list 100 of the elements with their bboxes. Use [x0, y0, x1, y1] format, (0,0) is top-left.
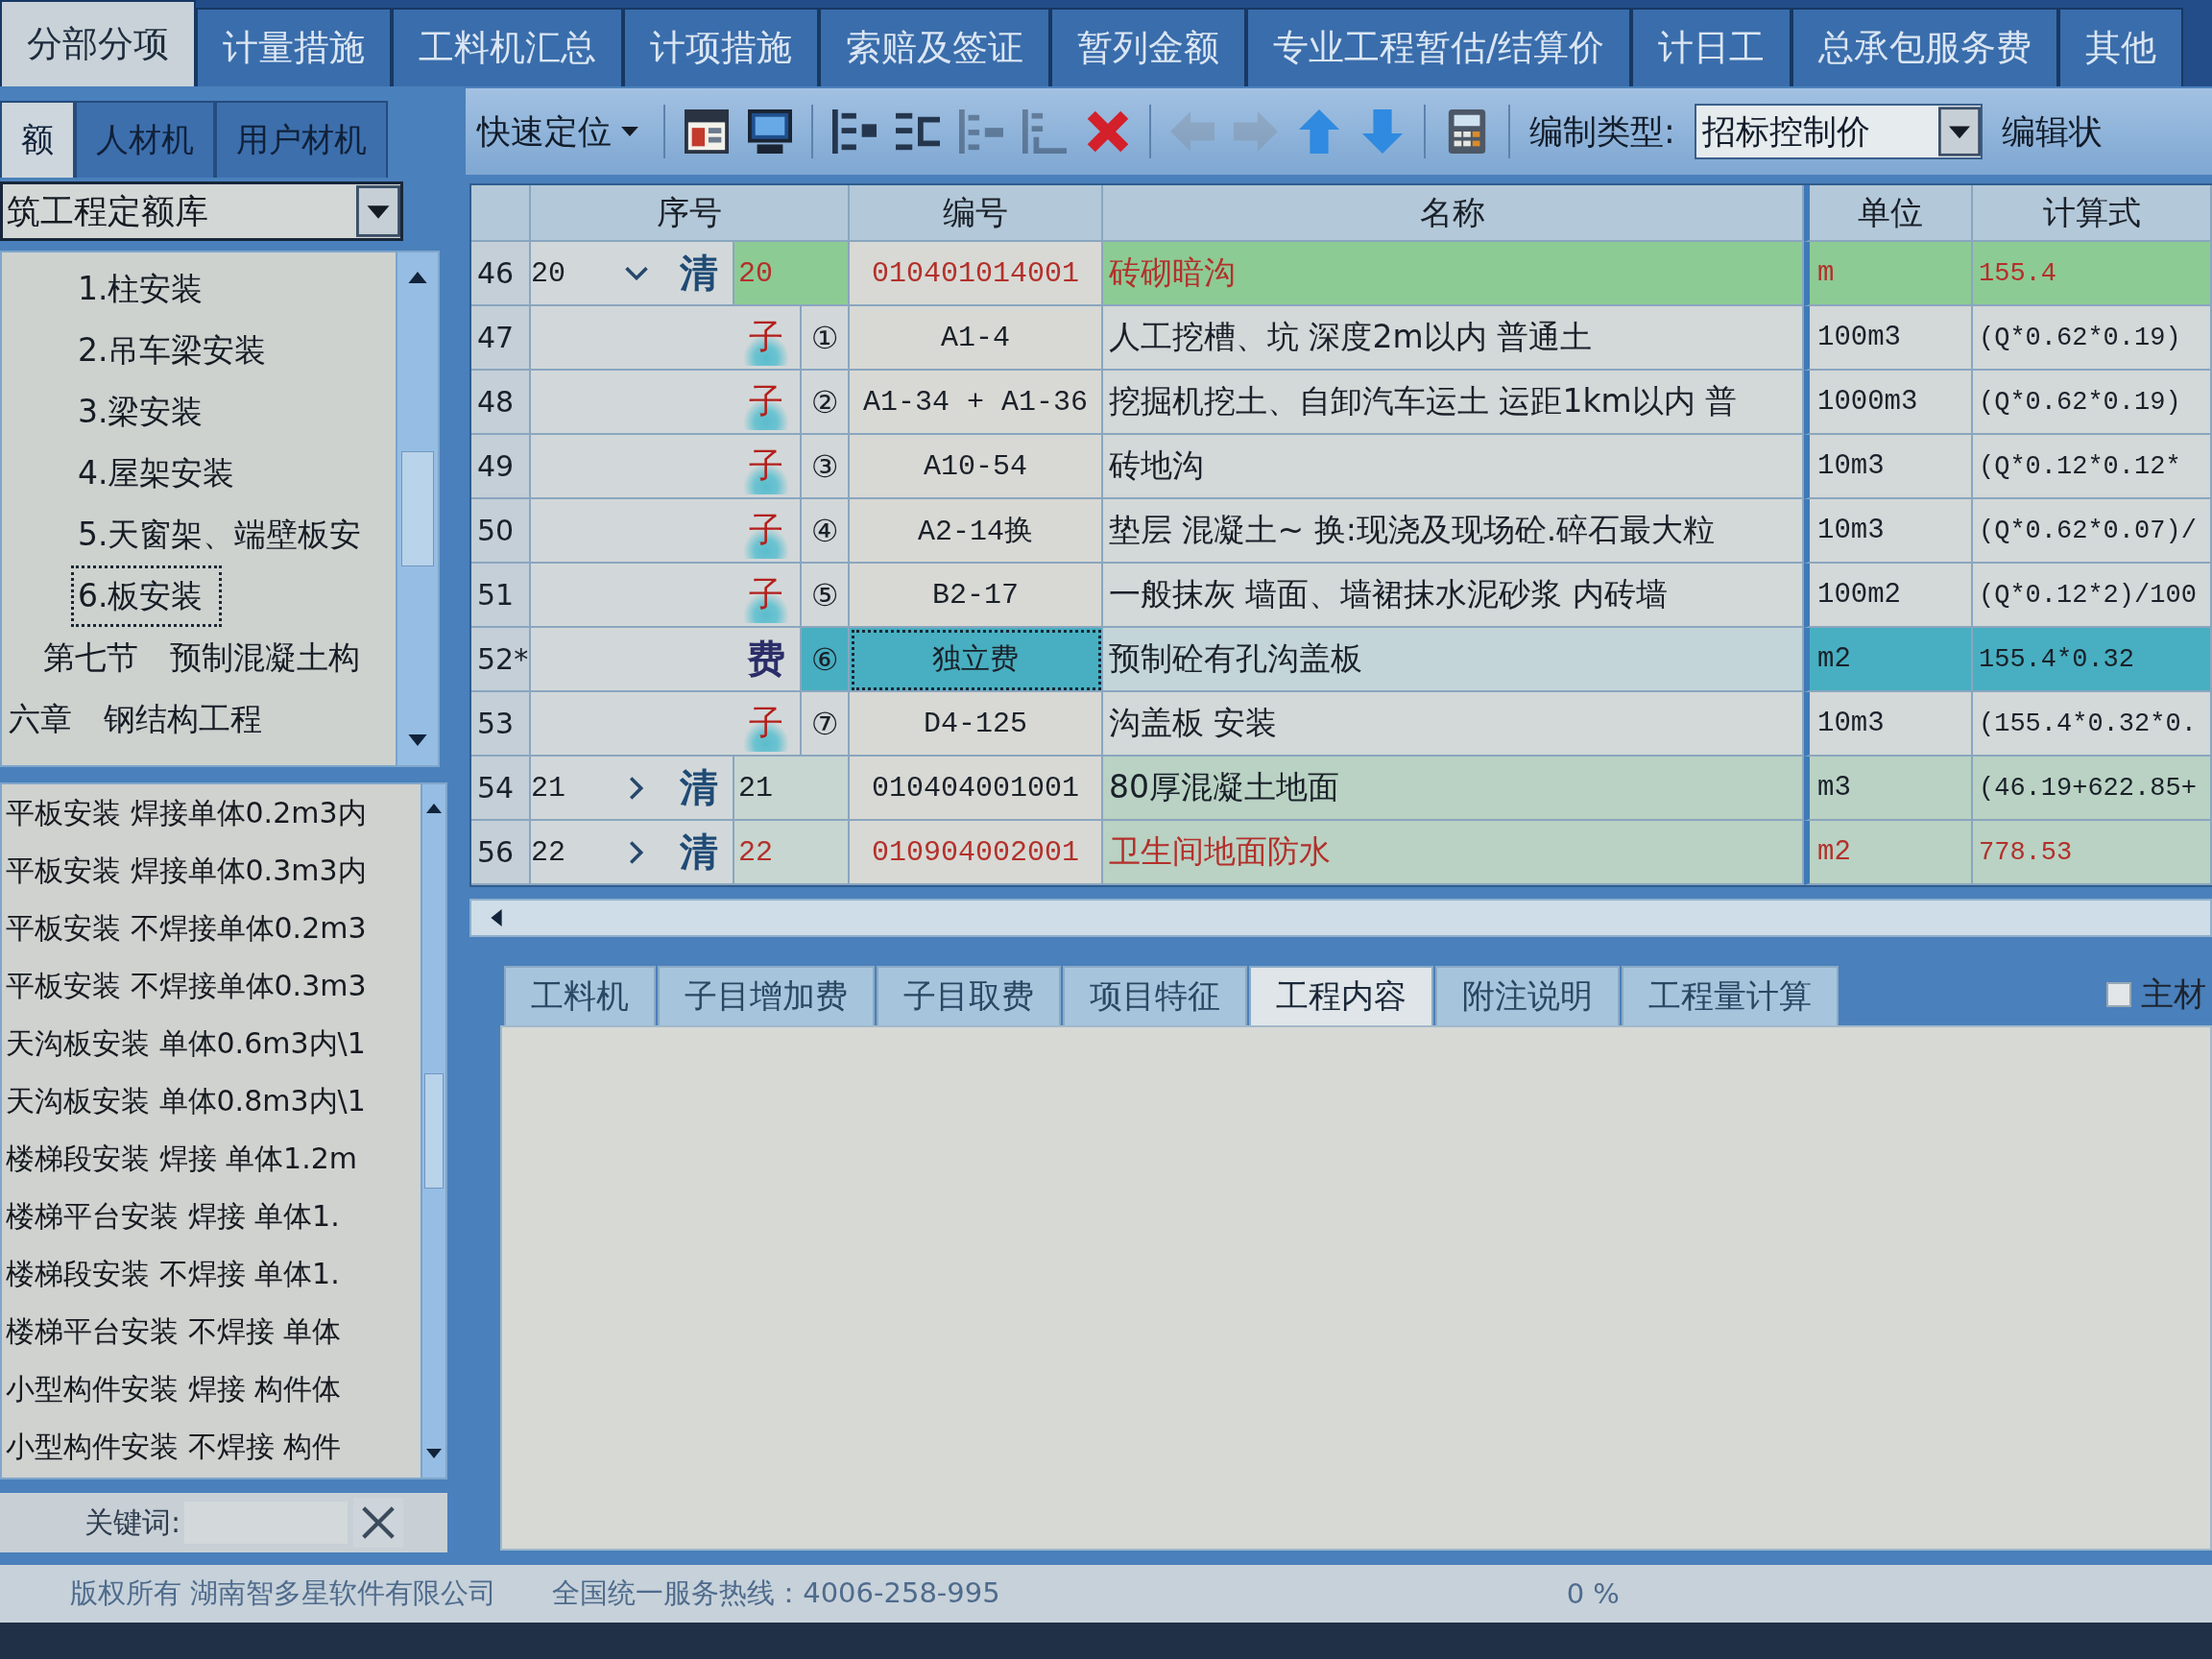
tab[interactable]: 其他 — [2058, 8, 2184, 86]
scrollbar[interactable] — [396, 252, 438, 765]
list-item[interactable]: 楼梯平台安装 焊接 单体1. — [2, 1188, 421, 1245]
tree-item[interactable]: 5.天窗架、端壁板安 — [71, 504, 380, 565]
formula-cell: (Q*0.62*0.19) — [1973, 306, 2212, 371]
caret-down-icon[interactable] — [356, 185, 400, 237]
scroll-up-icon[interactable] — [408, 272, 427, 283]
unit-cell: 10m3 — [1804, 499, 1973, 564]
row-number: 50 — [471, 499, 531, 564]
tab[interactable]: 工料机 — [504, 966, 656, 1025]
caret-down-icon[interactable] — [1937, 107, 1981, 156]
tree-item[interactable]: 六章 钢结构工程 — [2, 688, 280, 750]
tab[interactable]: 索赔及签证 — [819, 8, 1050, 86]
list-item[interactable]: 小型构件安装 不焊接 构件 — [2, 1418, 421, 1476]
tree-item[interactable]: 第七节 预制混凝土构 — [36, 627, 378, 688]
library-dropdown[interactable]: 筑工程定额库 — [0, 181, 403, 241]
tab[interactable]: 暂列金额 — [1050, 8, 1246, 86]
code-cell: B2-17 — [850, 564, 1103, 628]
chevron-down-icon[interactable] — [625, 266, 648, 280]
tree-item[interactable]: 2.吊车梁安装 — [71, 320, 285, 381]
tab[interactable]: 计量措施 — [196, 8, 392, 86]
tab[interactable]: 附注说明 — [1435, 966, 1620, 1025]
monitor-icon[interactable] — [748, 109, 792, 154]
tab[interactable]: 计项措施 — [623, 8, 819, 86]
unit-cell: m — [1804, 242, 1973, 306]
scrollbar-thumb[interactable] — [424, 1073, 444, 1189]
code-cell: A10-54 — [850, 435, 1103, 499]
name-cell: 80厚混凝土地面 — [1103, 757, 1804, 821]
formula-cell: (46.19+622.85+ — [1973, 757, 2212, 821]
list-item[interactable]: 平板安装 焊接单体0.3m3内 — [2, 842, 421, 900]
unit-cell: 100m3 — [1804, 306, 1973, 371]
list-item[interactable]: 平板安装 不焊接单体0.3m3 — [2, 957, 421, 1015]
list-item[interactable]: 楼梯段安装 不焊接 单体1. — [2, 1245, 421, 1303]
hotline-text: 全国统一服务热线：4006-258-995 — [552, 1575, 1000, 1611]
caret-down-icon — [621, 127, 638, 136]
tab[interactable]: 工程量计算 — [1622, 966, 1839, 1025]
code-cell: A1-4 — [850, 306, 1103, 371]
unit-cell: 1000m3 — [1804, 371, 1973, 435]
list-item[interactable]: 平板安装 不焊接单体0.2m3 — [2, 900, 421, 957]
code-cell: D4-125 — [850, 692, 1103, 757]
tree-item[interactable]: 4.屋架安装 — [71, 443, 253, 504]
unit-cell: m2 — [1804, 628, 1973, 692]
column-header: 单位 — [1804, 185, 1973, 242]
row-number: 47 — [471, 306, 531, 371]
list-item[interactable]: 楼梯平台安装 不焊接 单体 — [2, 1303, 421, 1360]
checkbox[interactable] — [2106, 982, 2131, 1007]
tab[interactable]: 子目增加费 — [658, 966, 875, 1025]
type-dropdown[interactable]: 招标控制价 — [1694, 104, 1983, 159]
tab[interactable]: 专业工程暂估/结算价 — [1246, 8, 1632, 86]
tab[interactable]: 分部分项 — [0, 0, 196, 86]
window-icon[interactable] — [685, 109, 729, 154]
tab[interactable]: 总承包服务费 — [1791, 8, 2059, 86]
row-number: 56 — [471, 821, 531, 885]
scrollbar[interactable] — [421, 784, 445, 1478]
code-cell: 010404001001 — [850, 757, 1103, 821]
tab[interactable]: 工程内容 — [1249, 966, 1433, 1025]
scroll-left-icon[interactable] — [491, 909, 502, 926]
chevron-right-icon[interactable] — [630, 776, 643, 800]
tab[interactable]: 计日工 — [1631, 8, 1792, 86]
scrollbar-thumb[interactable] — [401, 451, 434, 566]
close-icon — [362, 1506, 396, 1539]
name-cell: 砖地沟 — [1103, 435, 1804, 499]
item-type-mark: 费 — [746, 636, 786, 683]
tree-item[interactable]: 1.柱安装 — [71, 258, 222, 320]
item-number: ⑥ — [800, 628, 848, 690]
tree-item[interactable]: 6.板安装 — [71, 565, 222, 627]
indent-icon[interactable] — [832, 109, 877, 154]
list-item[interactable]: 平板安装 焊接单体0.2m3内 — [2, 784, 421, 842]
scroll-up-icon[interactable] — [426, 804, 442, 813]
column-header: 计算式 — [1973, 185, 2212, 242]
delete-icon[interactable] — [1086, 109, 1130, 154]
chevron-right-icon[interactable] — [630, 840, 643, 864]
unit-cell: 10m3 — [1804, 692, 1973, 757]
type-label: 编制类型: — [1529, 110, 1675, 153]
tab[interactable]: 子目取费 — [877, 966, 1061, 1025]
list-item[interactable]: 楼梯段安装 焊接 单体1.2m — [2, 1130, 421, 1188]
tab[interactable]: 工料机汇总 — [392, 8, 623, 86]
list-item[interactable]: 天沟板安装 单体0.8m3内\1 — [2, 1072, 421, 1130]
code-cell: 010401014001 — [850, 242, 1103, 306]
unit-cell: m3 — [1804, 757, 1973, 821]
name-cell: 挖掘机挖土、自卸汽车运土 运距1km以内 普 — [1103, 371, 1804, 435]
tree-item[interactable]: 3.梁安装 — [71, 381, 222, 443]
scroll-down-icon[interactable] — [408, 734, 427, 746]
row-number: 52* — [471, 628, 531, 692]
tab[interactable]: 额 — [0, 101, 75, 178]
item-number: ③ — [800, 435, 848, 497]
horizontal-scrollbar[interactable] — [469, 899, 2212, 937]
row-number: 46 — [471, 242, 531, 306]
item-type-mark: 清 — [679, 250, 719, 297]
locate-button[interactable]: 快速定位 — [471, 108, 644, 155]
scroll-down-icon[interactable] — [426, 1449, 442, 1458]
item-type-mark: 清 — [679, 829, 719, 876]
row-number: 48 — [471, 371, 531, 435]
tab[interactable]: 项目特征 — [1063, 966, 1247, 1025]
sequence-number: 22 — [531, 835, 566, 869]
unit-cell: 100m2 — [1804, 564, 1973, 628]
list-item[interactable]: 天沟板安装 单体0.6m3内\1 — [2, 1015, 421, 1072]
clear-button[interactable] — [353, 1498, 404, 1548]
list-item[interactable]: 小型构件安装 焊接 构件体 — [2, 1360, 421, 1418]
sequence-number: 20 — [531, 256, 566, 290]
